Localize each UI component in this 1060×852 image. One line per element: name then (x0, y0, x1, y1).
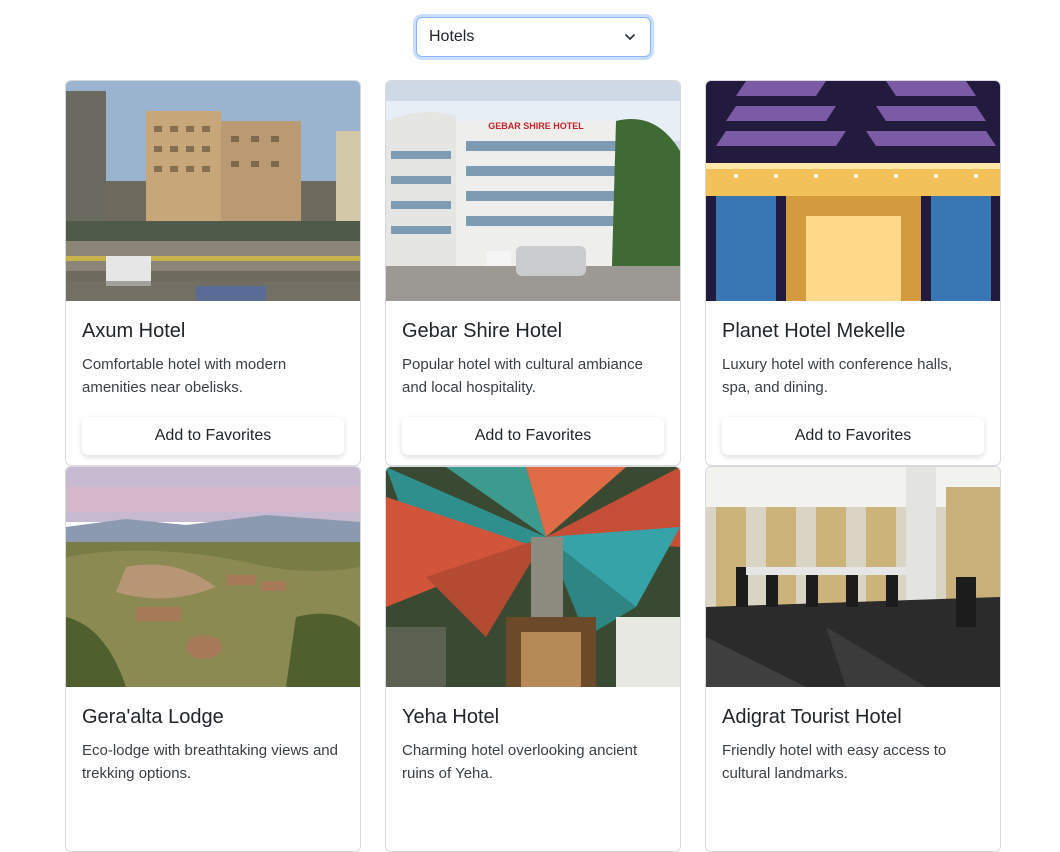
hotel-card: Yeha Hotel Charming hotel overlooking an… (385, 466, 681, 852)
hotel-card-grid: Axum Hotel Comfortable hotel with modern… (65, 80, 1001, 852)
hotel-title: Axum Hotel (82, 320, 186, 342)
hotel-description: Charming hotel overlooking ancient ruins… (402, 742, 638, 782)
hotel-photo (66, 467, 360, 687)
add-to-favorites-button[interactable]: Add to Favorites (402, 417, 664, 455)
hotel-description: Friendly hotel with easy access to cultu… (722, 742, 947, 782)
category-filter[interactable]: Hotels (416, 17, 651, 57)
add-to-favorites-button[interactable]: Add to Favorites (82, 417, 344, 455)
hotel-card: Planet Hotel Mekelle Luxury hotel with c… (705, 80, 1001, 466)
hotel-photo (66, 81, 360, 301)
hotel-title: Gera'alta Lodge (82, 706, 224, 728)
hotel-photo (706, 467, 1000, 687)
hotel-sign: GEBAR SHIRE HOTEL (488, 121, 584, 131)
chevron-down-icon (624, 31, 636, 43)
add-to-favorites-button[interactable]: Add to Favorites (722, 417, 984, 455)
hotel-photo: GEBAR SHIRE HOTEL (386, 81, 680, 301)
category-select[interactable]: Hotels (416, 17, 651, 57)
hotel-card: GEBAR SHIRE HOTEL Gebar Shire Hotel Popu… (385, 80, 681, 466)
hotel-card: Gera'alta Lodge Eco-lodge with breathtak… (65, 466, 361, 852)
category-select-value: Hotels (429, 28, 475, 45)
hotel-description: Eco-lodge with breathtaking views and tr… (82, 742, 338, 782)
hotel-title: Planet Hotel Mekelle (722, 320, 906, 342)
hotel-description: Luxury hotel with conference halls, spa,… (722, 356, 953, 396)
hotel-card: Adigrat Tourist Hotel Friendly hotel wit… (705, 466, 1001, 852)
hotel-title: Yeha Hotel (402, 706, 500, 728)
hotel-description: Comfortable hotel with modern amenities … (82, 356, 287, 396)
hotel-title: Adigrat Tourist Hotel (722, 706, 902, 728)
hotel-title: Gebar Shire Hotel (402, 320, 563, 342)
hotel-photo (706, 81, 1000, 301)
hotel-description: Popular hotel with cultural ambiance and… (402, 356, 643, 396)
hotel-card: Axum Hotel Comfortable hotel with modern… (65, 80, 361, 466)
hotel-photo (386, 467, 680, 687)
